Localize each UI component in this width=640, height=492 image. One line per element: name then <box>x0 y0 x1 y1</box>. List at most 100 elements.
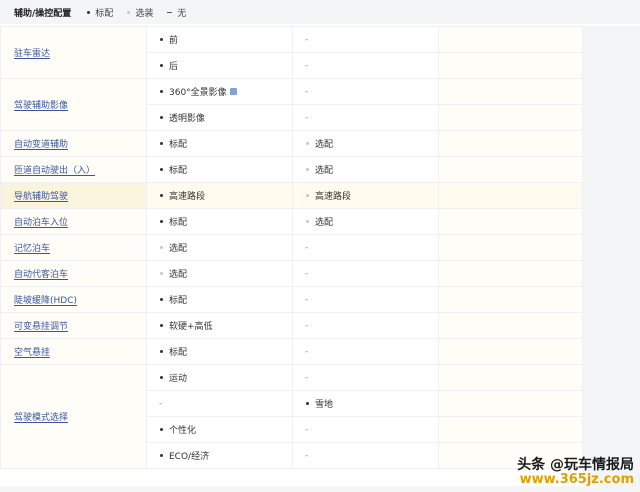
standard-dot-icon <box>87 10 91 14</box>
row-label-link[interactable]: 陡坡缓降(HDC) <box>14 296 77 306</box>
legend-standard: 标配 <box>87 6 113 19</box>
value-cell: - <box>292 442 439 469</box>
table-row: 自动泊车入位 标配 选配 <box>0 208 583 235</box>
value-cell: 个性化 <box>146 416 293 443</box>
value-cell: 标配 <box>146 208 293 235</box>
value-text: - <box>305 268 309 279</box>
optional-dot-icon <box>160 246 163 249</box>
standard-dot-icon <box>160 220 163 223</box>
standard-dot-icon <box>160 194 163 197</box>
legend-none-label: 无 <box>177 8 187 19</box>
table-row: 记忆泊车 选配 - <box>0 234 583 261</box>
value-cell: 透明影像 <box>146 104 293 131</box>
row-label-cell[interactable]: 自动泊车入位 <box>0 208 147 235</box>
table-row: 驾驶模式选择 运动 - <box>0 364 583 469</box>
table-row: 自动变道辅助 标配 选配 <box>0 130 583 157</box>
row-label-link[interactable]: 驾驶模式选择 <box>14 413 68 423</box>
value-text: 标配 <box>169 348 188 358</box>
standard-dot-icon <box>160 350 163 353</box>
value-text: 选配 <box>315 218 334 228</box>
row-label-link[interactable]: 空气悬挂 <box>14 348 50 358</box>
row-label-link[interactable]: 记忆泊车 <box>14 244 50 254</box>
row-label-cell[interactable]: 驾驶辅助影像 <box>0 78 147 131</box>
row-label-cell[interactable]: 匝道自动驶出（入） <box>0 156 147 183</box>
standard-dot-icon <box>160 38 163 41</box>
value-cell: 标配 <box>146 130 293 157</box>
legend-optional: 选装 <box>127 6 153 19</box>
value-cell: 运动 <box>146 364 293 391</box>
value-cell: 标配 <box>146 286 293 313</box>
empty-column-cell <box>438 260 583 287</box>
section-title: 辅助/操控配置 <box>14 8 72 19</box>
value-cell: 高速路段 <box>292 182 439 209</box>
value-text: 选配 <box>169 270 188 280</box>
row-label-cell[interactable]: 自动变道辅助 <box>0 130 147 157</box>
optional-dot-icon <box>160 272 163 275</box>
standard-dot-icon <box>160 298 163 301</box>
row-label-link[interactable]: 自动代客泊车 <box>14 270 68 280</box>
value-cell: - <box>146 390 293 417</box>
row-label-link[interactable]: 导航辅助驾驶 <box>14 192 68 202</box>
value-cell: - <box>292 26 439 53</box>
row-label-link[interactable]: 匝道自动驶出（入） <box>14 166 95 176</box>
watermark-author: 头条 @玩车情报局 <box>517 457 634 473</box>
value-cell: - <box>292 312 439 339</box>
value-text: 高速路段 <box>169 192 206 202</box>
value-text: - <box>305 60 309 71</box>
value-cell: - <box>292 78 439 105</box>
config-header: 辅助/操控配置 标配 选装 无 <box>0 0 640 24</box>
empty-column-cell <box>438 104 583 131</box>
value-cell: 选配 <box>146 234 293 261</box>
value-cell: 雪地 <box>292 390 439 417</box>
row-label-cell[interactable]: 导航辅助驾驶 <box>0 182 147 209</box>
watermark-url: www.365jz.com <box>519 472 634 488</box>
info-badge-icon[interactable] <box>229 88 237 95</box>
value-cell: 后 <box>146 52 293 79</box>
value-text: - <box>305 320 309 331</box>
value-text: 透明影像 <box>169 114 206 124</box>
row-label-cell[interactable]: 驻车雷达 <box>0 26 147 79</box>
row-label-link[interactable]: 自动泊车入位 <box>14 218 68 228</box>
empty-column-cell <box>438 156 583 183</box>
value-text: 标配 <box>169 140 188 150</box>
value-text: 个性化 <box>169 426 197 436</box>
row-label-cell[interactable]: 可变悬挂调节 <box>0 312 147 339</box>
row-label-link[interactable]: 可变悬挂调节 <box>14 322 68 332</box>
standard-dot-icon <box>306 402 309 405</box>
value-text: - <box>305 294 309 305</box>
value-cell: 标配 <box>146 156 293 183</box>
row-label-cell[interactable]: 陡坡缓降(HDC) <box>0 286 147 313</box>
spec-table: 驻车雷达前 - 后 - 驾驶辅助影像 360°全景影像 - 透明影像 - 自动变道辅助 标配 选配 匝道… <box>0 26 583 469</box>
standard-dot-icon <box>160 376 163 379</box>
row-label-link[interactable]: 自动变道辅助 <box>14 140 68 150</box>
row-label-link[interactable]: 驻车雷达 <box>14 49 50 59</box>
row-label-link[interactable]: 驾驶辅助影像 <box>14 101 68 111</box>
empty-column-cell <box>438 26 583 53</box>
empty-column-cell <box>438 364 583 391</box>
table-row: 驾驶辅助影像 360°全景影像 - <box>0 78 583 131</box>
value-text: - <box>305 242 309 253</box>
empty-column-cell <box>438 52 583 79</box>
row-label-cell[interactable]: 记忆泊车 <box>0 234 147 261</box>
value-cell: 360°全景影像 <box>146 78 293 105</box>
optional-dot-icon <box>127 10 131 14</box>
value-cell: - <box>292 416 439 443</box>
row-label-cell[interactable]: 自动代客泊车 <box>0 260 147 287</box>
empty-column-cell <box>438 78 583 105</box>
empty-column-cell <box>438 338 583 365</box>
legend-optional-label: 选装 <box>135 8 154 19</box>
optional-dot-icon <box>306 194 309 197</box>
value-cell: - <box>292 260 439 287</box>
table-row: 驻车雷达 前 - <box>0 26 583 79</box>
value-text: 前 <box>169 36 179 46</box>
value-text: 选配 <box>315 140 334 150</box>
value-text: 选配 <box>315 166 334 176</box>
value-cell: - <box>292 104 439 131</box>
row-label-cell[interactable]: 空气悬挂 <box>0 338 147 365</box>
legend-standard-label: 标配 <box>95 8 114 19</box>
value-cell: 高速路段 <box>146 182 293 209</box>
side-panel <box>583 26 640 492</box>
row-label-cell[interactable]: 驾驶模式选择 <box>0 364 147 469</box>
value-text: 运动 <box>169 374 188 384</box>
value-cell: - <box>292 234 439 261</box>
